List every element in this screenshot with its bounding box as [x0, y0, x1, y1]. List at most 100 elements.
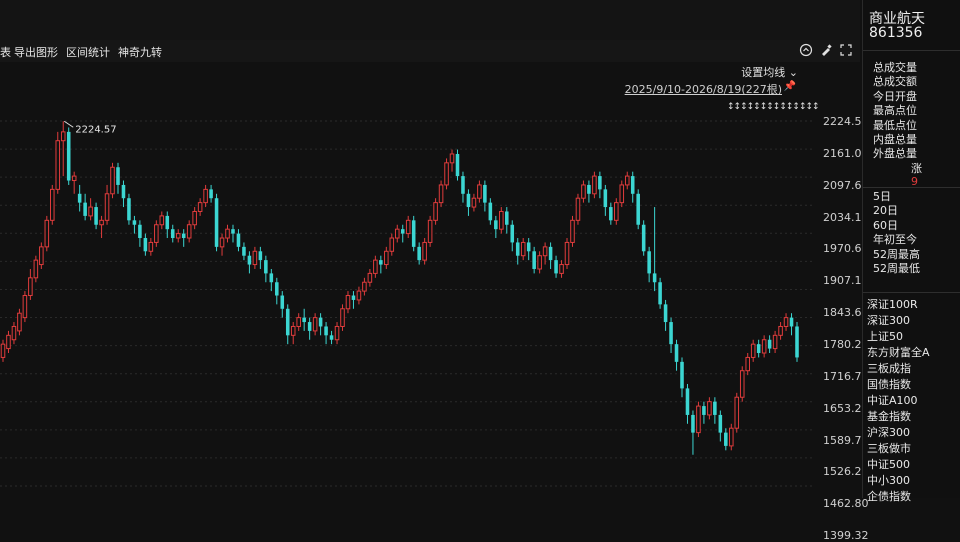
index-list-item[interactable]: 中证500	[867, 456, 910, 472]
candle-body	[494, 220, 498, 230]
candle	[702, 401, 706, 424]
candle-body	[264, 260, 268, 274]
candle-body	[121, 184, 126, 199]
candle-body	[548, 246, 553, 261]
candle	[275, 277, 279, 305]
brush-icon[interactable]	[819, 43, 833, 57]
candle-body	[104, 193, 110, 221]
candle-body	[252, 250, 258, 266]
candle-body	[71, 175, 77, 182]
candle	[165, 211, 170, 239]
candle-body	[789, 317, 794, 327]
candle-body	[110, 166, 115, 195]
candle	[739, 366, 745, 402]
fullscreen-icon[interactable]	[839, 43, 853, 57]
candle	[559, 260, 564, 278]
candle	[515, 238, 520, 265]
candle	[66, 127, 71, 185]
candle	[510, 220, 515, 252]
candle	[143, 233, 148, 256]
candle-body	[477, 184, 482, 199]
export-chart-button[interactable]: 导出图形	[14, 44, 58, 60]
candle-body	[0, 343, 6, 358]
candle	[537, 251, 542, 274]
candle-body	[55, 140, 61, 190]
candle	[405, 215, 411, 239]
candle	[745, 353, 750, 376]
candle	[296, 313, 301, 331]
index-list-item[interactable]: 企债指数	[867, 488, 911, 504]
candle-body	[455, 153, 460, 177]
candle	[461, 171, 465, 203]
index-list-item[interactable]: 深证100R	[867, 296, 918, 312]
candle-body	[691, 414, 695, 433]
index-list-item[interactable]: 基金指数	[867, 408, 911, 424]
candle	[329, 330, 334, 345]
candle	[647, 246, 651, 283]
candle	[351, 291, 356, 309]
candle-body	[449, 153, 455, 164]
candle-body	[356, 290, 362, 301]
candle-body	[17, 312, 22, 332]
candle	[526, 238, 531, 261]
candle	[94, 202, 98, 230]
candle-body	[724, 432, 728, 446]
candle-body	[33, 259, 39, 279]
candle-body	[94, 207, 98, 225]
candle	[127, 193, 131, 225]
candle	[121, 180, 126, 208]
index-list-item[interactable]: 上证50	[867, 328, 903, 344]
candle	[285, 304, 290, 345]
candle	[494, 215, 498, 239]
candle-body	[739, 370, 745, 398]
candle	[334, 322, 340, 345]
candle	[77, 184, 82, 212]
candle-body	[471, 197, 477, 208]
interval-stats-button[interactable]: 区间统计	[66, 44, 110, 60]
index-list-item[interactable]: 国债指数	[867, 376, 911, 392]
candle-body	[761, 339, 767, 354]
candle-body	[197, 202, 203, 212]
index-list-item[interactable]: 沪深300	[867, 424, 910, 440]
candle	[362, 277, 367, 296]
candle	[55, 131, 61, 194]
candle-body	[318, 317, 323, 327]
candlestick-chart[interactable]: 2224.57	[0, 62, 862, 498]
magic-nine-button[interactable]: 神奇九转	[118, 44, 162, 60]
candle-body	[767, 339, 772, 349]
candle	[724, 428, 728, 451]
target-icon[interactable]	[799, 43, 813, 57]
candle	[231, 224, 235, 243]
index-list-item[interactable]: 中小300	[867, 472, 910, 488]
candle-body	[554, 260, 558, 274]
candle-body	[537, 255, 542, 270]
candle-body	[674, 344, 679, 362]
index-list-item[interactable]: 东方财富全A	[867, 344, 930, 360]
candle	[554, 255, 558, 278]
candle-body	[225, 228, 230, 239]
candle	[192, 207, 197, 230]
index-list-item[interactable]: 中证A100	[867, 392, 918, 408]
up-label: 涨	[911, 162, 922, 175]
candle	[658, 277, 662, 309]
candle-body	[750, 343, 756, 358]
candle-body	[312, 317, 318, 332]
candle-body	[389, 237, 395, 252]
top-strip	[0, 0, 860, 41]
index-list-item[interactable]: 深证300	[867, 312, 910, 328]
index-list-item[interactable]: 三板成指	[867, 360, 911, 376]
price-tick-label: 1399.32	[823, 529, 869, 542]
index-list-item[interactable]: 三板做市	[867, 440, 911, 456]
candle-body	[60, 131, 66, 142]
price-tick-label: 1462.80	[823, 497, 869, 511]
stat-label: 外盘总量	[873, 147, 917, 161]
candle	[778, 322, 783, 340]
quote-side-panel: 商业航天 861356 总成交量 总成交额 今日开盘 最高点位 最低点位 内盘总量 外盘总量…	[862, 0, 960, 503]
candle-body	[598, 176, 602, 190]
candle	[449, 149, 455, 172]
candle-body	[795, 326, 799, 358]
toolbar-lead-text[interactable]: 表	[0, 44, 11, 60]
candle-body	[461, 176, 465, 194]
candle	[685, 383, 690, 424]
candle	[581, 180, 586, 203]
